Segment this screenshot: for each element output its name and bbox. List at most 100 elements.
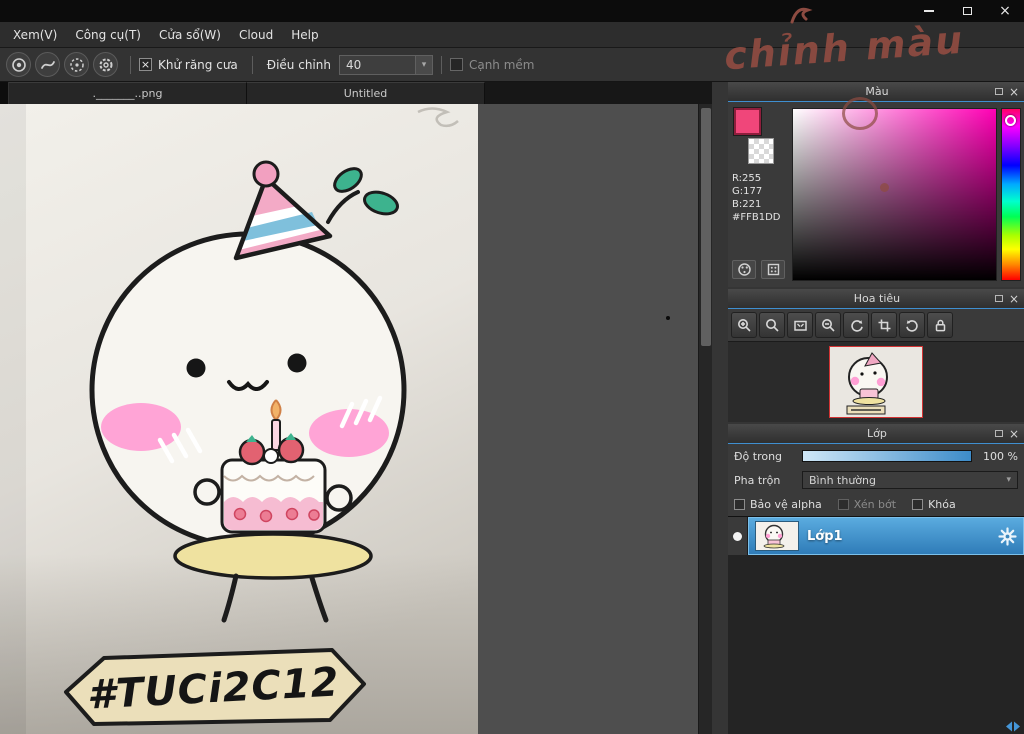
adjust-value-dropdown[interactable]: 40 ▾ (338, 54, 433, 75)
brush-target-button[interactable] (6, 52, 31, 77)
tab-png-file[interactable]: ._______..png (9, 82, 247, 104)
layer-panel-title: Lớp (867, 427, 887, 440)
panel-close-icon[interactable]: × (1009, 293, 1019, 305)
zoom-in-button[interactable] (731, 312, 757, 338)
blend-mode-value: Bình thường (809, 473, 876, 487)
rotate-left-button[interactable] (843, 312, 869, 338)
lock-button[interactable] (927, 312, 953, 338)
stabilizer-button[interactable] (35, 52, 60, 77)
maximize-button[interactable] (948, 0, 986, 22)
toolbar: × Khử răng cưa Điều chỉnh 40 ▾ Cạnh mềm (0, 48, 1024, 82)
lock-label: Khóa (928, 497, 956, 511)
canvas-column: ._______..png Untitled #TUCi2C12 (0, 82, 712, 734)
rgb-red-value: R:255 (732, 173, 762, 184)
navigator-toolbar (728, 309, 1024, 341)
navigator-thumbnail[interactable] (829, 346, 923, 418)
rotate-right-button[interactable] (899, 312, 925, 338)
color-panel-body: R:255 G:177 B:221 #FFB1DD (728, 102, 1024, 287)
palette-button[interactable] (732, 260, 756, 279)
palette-grid-button[interactable] (761, 260, 785, 279)
layer-panel-header: Lớp × (728, 424, 1024, 444)
foreground-color-swatch[interactable] (734, 108, 761, 135)
tab-scroll-stub[interactable] (0, 82, 9, 104)
opacity-value: 100 % (983, 449, 1018, 463)
crop-icon (878, 319, 890, 331)
close-button[interactable]: × (986, 0, 1024, 22)
canvas-viewport[interactable]: #TUCi2C12 (0, 104, 698, 734)
fit-window-button[interactable] (787, 312, 813, 338)
crop-button[interactable] (871, 312, 897, 338)
fit-screen-icon (793, 320, 807, 331)
gear-icon (99, 58, 112, 71)
layer-name: Lớp1 (807, 528, 843, 544)
layer-options-row: Bảo vệ alpha Xén bớt Khóa (728, 492, 1024, 516)
zoom-out-button[interactable] (815, 312, 841, 338)
minimize-button[interactable] (910, 0, 948, 22)
menu-cloud[interactable]: Cloud (230, 28, 282, 42)
color-info-column: R:255 G:177 B:221 #FFB1DD (732, 108, 788, 281)
app-window: × Xem(V) Công cụ(T) Cửa sổ(W) Cloud Help… (0, 0, 1024, 734)
popout-icon[interactable] (994, 430, 1003, 437)
hue-slider[interactable] (1001, 108, 1021, 281)
opacity-slider[interactable] (802, 450, 972, 462)
panel-resize-button[interactable] (1005, 721, 1021, 732)
toolbar-separator (440, 55, 442, 74)
maximize-icon (962, 7, 972, 15)
panel-close-icon[interactable]: × (1009, 428, 1019, 440)
tab-label: ._______..png (92, 87, 163, 100)
layer-row-selected[interactable]: Lớp1 (748, 517, 1024, 555)
minimize-icon (924, 10, 934, 12)
navigator-thumbnail-image (830, 347, 922, 417)
blend-label: Pha trộn (734, 473, 781, 487)
swatch-area (732, 108, 788, 172)
canvas-vertical-scrollbar[interactable] (698, 104, 712, 734)
dashed-circle-icon (69, 57, 84, 72)
protect-alpha-checkbox[interactable] (734, 498, 745, 510)
antialias-checkbox[interactable]: × (139, 58, 152, 71)
settings-button[interactable] (93, 52, 118, 77)
adjust-value: 40 (345, 57, 362, 72)
chevron-down-icon: ▾ (414, 55, 432, 74)
color-panel-title: Màu (865, 85, 889, 98)
menu-help[interactable]: Help (282, 28, 327, 42)
toolbar-separator (251, 55, 253, 74)
opacity-label: Độ trong (734, 449, 783, 463)
layer-list-empty-area[interactable] (728, 555, 1024, 734)
tab-untitled[interactable]: Untitled (247, 82, 485, 104)
layer-thumbnail (755, 521, 799, 551)
right-panel: Màu × R:255 G:177 B:221 #FFB1DD Hoa tiêu… (712, 82, 1024, 734)
blend-mode-dropdown[interactable]: Bình thường ▾ (802, 471, 1018, 489)
navigator-panel-header: Hoa tiêu × (728, 289, 1024, 309)
menu-view[interactable]: Xem(V) (4, 28, 66, 42)
soft-edge-label: Cạnh mềm (468, 57, 535, 72)
panel-close-icon[interactable]: × (1009, 86, 1019, 98)
cursor-dot (666, 316, 670, 320)
document-tabbar: ._______..png Untitled (0, 82, 712, 104)
popout-icon[interactable] (994, 295, 1003, 302)
concentric-circle-icon (11, 57, 26, 72)
menubar: Xem(V) Công cụ(T) Cửa sổ(W) Cloud Help (0, 22, 1024, 48)
color-panel: Màu × R:255 G:177 B:221 #FFB1DD (728, 82, 1024, 287)
soft-edge-checkbox[interactable] (449, 58, 463, 71)
rotate-left-icon (850, 319, 863, 332)
layer-settings-gear-icon[interactable] (998, 526, 1017, 546)
layer-row[interactable]: Lớp1 (728, 517, 1024, 555)
navigator-preview-area (728, 341, 1024, 422)
selection-options-button[interactable] (64, 52, 89, 77)
zoom-reset-button[interactable] (759, 312, 785, 338)
saturation-value-picker[interactable] (792, 108, 997, 281)
scrollbar-thumb[interactable] (701, 108, 711, 346)
adjust-label: Điều chỉnh (266, 57, 331, 72)
clipping-checkbox[interactable] (837, 498, 849, 510)
hue-marker[interactable] (1005, 115, 1016, 126)
popout-icon[interactable] (994, 88, 1003, 95)
lock-checkbox[interactable] (912, 498, 924, 510)
color-panel-header: Màu × (728, 82, 1024, 102)
menu-tools[interactable]: Công cụ(T) (66, 28, 150, 42)
menu-window[interactable]: Cửa sổ(W) (150, 28, 230, 42)
layer-visibility-toggle[interactable] (728, 517, 748, 555)
magnifier-icon (765, 318, 779, 332)
background-color-swatch[interactable] (748, 138, 774, 164)
palette-grid-icon (767, 263, 779, 276)
clipping-label: Xén bớt (853, 497, 897, 511)
